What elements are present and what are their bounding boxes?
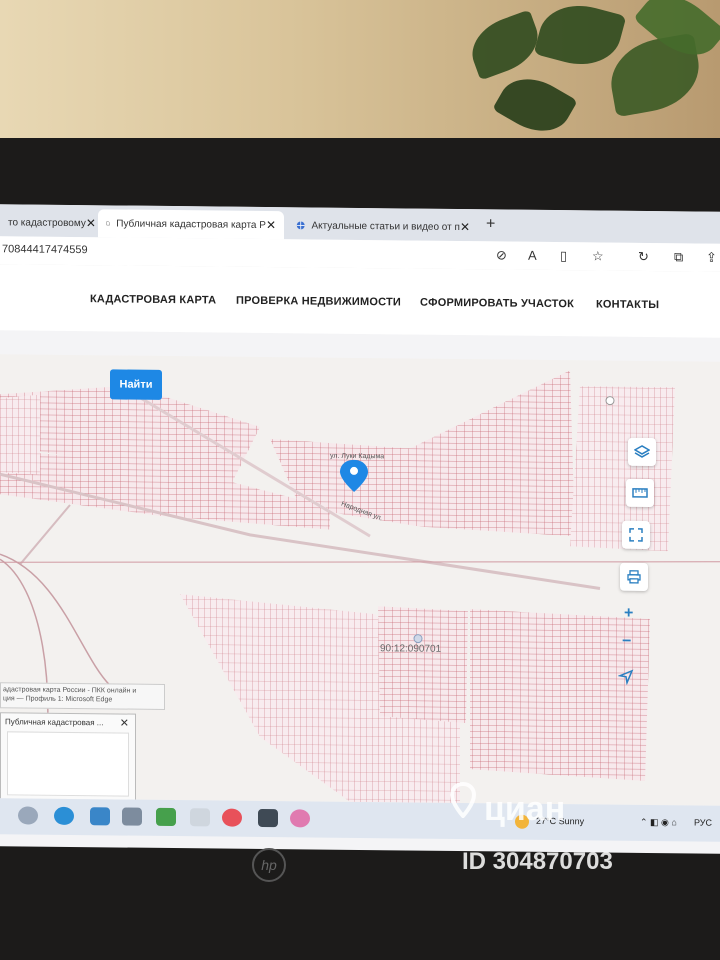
start-icon[interactable]	[18, 806, 38, 825]
app-icon[interactable]	[156, 807, 176, 827]
language-indicator[interactable]: РУС	[694, 817, 712, 827]
edge-icon[interactable]	[54, 806, 74, 826]
nav-form-parcel[interactable]: СФОРМИРОВАТЬ УЧАСТОК	[420, 297, 574, 311]
layers-icon	[634, 445, 650, 458]
watermark-id: ID 304870703	[462, 848, 613, 875]
parcel-block	[0, 394, 40, 475]
plant-leaf	[492, 65, 578, 145]
new-tab-button[interactable]: +	[486, 215, 495, 233]
plant-leaf	[533, 0, 627, 75]
tab-public-cadastral-map[interactable]: Публичная кадастровая карта Р ✕	[98, 209, 284, 240]
popup-line: ция — Профиль 1: Microsoft Edge	[3, 695, 113, 704]
tray-icons[interactable]: ⌃ ◧ ◉ ⌂	[640, 817, 677, 828]
favorite-star-icon[interactable]: ☆	[592, 248, 604, 264]
close-icon[interactable]: ✕	[86, 216, 96, 230]
cadastral-number-label: 90:12:090701	[380, 643, 442, 655]
collections-icon[interactable]: ⧉	[674, 249, 683, 265]
print-button[interactable]	[620, 562, 648, 592]
globe-icon	[296, 221, 305, 230]
share-icon[interactable]: ⇪	[706, 250, 717, 266]
fullscreen-icon	[629, 528, 643, 542]
layers-button[interactable]	[628, 437, 656, 467]
tab-cadastral-search[interactable]: то кадастровому ✕	[0, 208, 100, 237]
tab-label: Публичная кадастровая карта Р	[116, 217, 266, 231]
nav-cadastral-map[interactable]: КАДАСТРОВАЯ КАРТА	[90, 293, 216, 306]
cadastral-map[interactable]: Найти ул. Луки Кадыма Народная ул. 90:12…	[0, 354, 720, 806]
close-icon[interactable]: ✕	[460, 220, 470, 234]
parcel-block	[378, 606, 468, 724]
hp-logo: hp	[252, 848, 286, 882]
page-icon	[106, 221, 110, 226]
plant-leaf	[463, 9, 547, 81]
app-icon[interactable]	[190, 808, 210, 827]
windows-taskbar: 27°C Sunny ⌃ ◧ ◉ ⌂ РУС	[0, 798, 720, 842]
road	[0, 561, 720, 563]
url-field[interactable]: 70844417474559	[2, 243, 88, 256]
printer-icon	[627, 570, 641, 584]
watermark-brand: циан	[484, 790, 566, 828]
tab-label: Актуальные статьи и видео от п	[311, 219, 460, 233]
read-aloud-icon[interactable]: A	[528, 248, 537, 263]
reader-view-icon[interactable]: ▯	[560, 248, 567, 264]
street-label: ул. Луки Кадыма	[330, 452, 385, 461]
app-icon[interactable]	[258, 808, 278, 828]
yandex-icon[interactable]	[222, 808, 242, 827]
room-background	[0, 0, 720, 150]
taskbar-preview-caption: адастровая карта России - ПКК онлайн и ц…	[0, 682, 165, 710]
map-marker-dot	[413, 634, 423, 644]
site-navigation: КАДАСТРОВАЯ КАРТА ПРОВЕРКА НЕДВИЖИМОСТИ …	[0, 264, 720, 338]
ruler-button[interactable]	[626, 478, 654, 508]
road	[0, 553, 111, 686]
refresh-icon[interactable]: ↻	[638, 249, 649, 265]
mail-icon[interactable]	[90, 807, 110, 826]
thumbnail-preview	[7, 731, 129, 797]
tracking-icon[interactable]: ⊘	[496, 247, 507, 263]
navigate-icon[interactable]	[618, 669, 634, 685]
zoom-out-button[interactable]: −	[622, 633, 631, 651]
cian-logo-icon	[449, 782, 477, 818]
tab-label: то кадастровому	[8, 216, 86, 229]
laptop-screen: то кадастровому ✕ Публичная кадастровая …	[0, 204, 720, 854]
tab-articles-videos[interactable]: Актуальные статьи и видео от п ✕	[288, 211, 478, 241]
zoom-in-button[interactable]: +	[624, 605, 633, 623]
nav-property-check[interactable]: ПРОВЕРКА НЕДВИЖИМОСТИ	[236, 295, 401, 309]
fullscreen-button[interactable]	[622, 520, 650, 550]
find-button[interactable]: Найти	[110, 369, 162, 400]
close-icon[interactable]: ✕	[266, 218, 276, 232]
close-icon[interactable]: ✕	[120, 716, 129, 729]
taskbar-thumbnail[interactable]: Публичная кадастровая ... ✕	[0, 712, 136, 802]
thumbnail-title: Публичная кадастровая ...	[5, 717, 104, 728]
ruler-icon	[632, 488, 648, 498]
browser-icon[interactable]	[290, 809, 310, 828]
nav-contacts[interactable]: КОНТАКТЫ	[596, 298, 659, 311]
store-icon[interactable]	[122, 807, 142, 826]
road	[19, 504, 71, 566]
map-marker-dot	[605, 396, 615, 406]
